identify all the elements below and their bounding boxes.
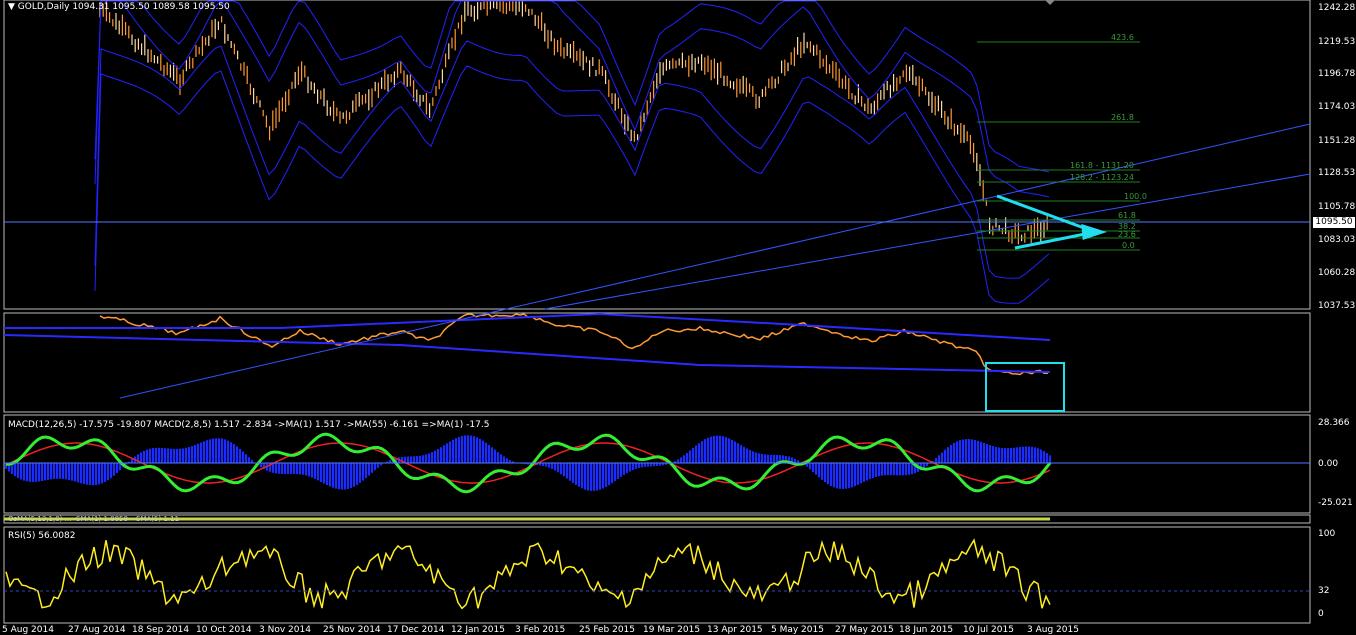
date-axis-label: 10 Oct 2014 <box>196 625 252 635</box>
date-axis-label: 25 Nov 2014 <box>323 625 381 635</box>
indicator-ma-fast <box>3 334 1051 373</box>
fib-label: 23.6 <box>1118 230 1136 239</box>
bollinger-band <box>94 65 1050 304</box>
chart-shift-marker[interactable] <box>1045 0 1055 5</box>
fib-label: 128.2 - 1123.24 <box>1070 173 1134 182</box>
date-axis-label: 19 Mar 2015 <box>643 625 701 635</box>
date-axis-label: 5 May 2015 <box>771 625 824 635</box>
rsi-axis-label: 32 <box>1318 586 1330 596</box>
date-axis-label: 5 Aug 2014 <box>2 625 54 635</box>
trend-line-lower[interactable] <box>544 173 1311 310</box>
fib-label: 0.0 <box>1122 241 1135 250</box>
fib-label: 161.8 - 1131.20 <box>1070 161 1134 170</box>
current-price-box: 1095.50 <box>1313 217 1355 228</box>
date-axis-label: 3 Aug 2015 <box>1027 625 1079 635</box>
rsi-axis-label: 100 <box>1318 529 1336 539</box>
rsi-header: RSI(5) 56.0082 <box>8 531 76 541</box>
price-axis-label: 1196.78 <box>1318 69 1356 79</box>
fib-label: 100.0 <box>1124 192 1147 201</box>
symbol-label: GOLD,Daily <box>17 2 70 12</box>
date-axis-label: 3 Nov 2014 <box>259 625 311 635</box>
fib-label: 261.8 <box>1111 113 1134 122</box>
date-axis-label: 10 Jul 2015 <box>963 625 1014 635</box>
fib-label: 423.6 <box>1111 33 1134 42</box>
macd-axis-label: 0.00 <box>1318 459 1339 469</box>
ohlc-values: 1094.31 1095.50 1089.58 1095.50 <box>72 2 230 12</box>
price-axis-label: 1242.28 <box>1318 3 1356 13</box>
price-layer <box>94 0 1050 304</box>
price-axis-label: 1060.28 <box>1318 268 1356 278</box>
indicator-layer <box>3 312 1051 376</box>
price-axis-label: 1037.53 <box>1318 301 1356 311</box>
macd-axis-label: -25.021 <box>1318 498 1353 508</box>
date-axis-label: 18 Jun 2015 <box>899 625 954 635</box>
rsi-line <box>5 538 1051 610</box>
chart-title: ▼ GOLD,Daily 1094.31 1095.50 1089.58 109… <box>8 2 230 12</box>
fib-label: 61.8 <box>1118 211 1136 220</box>
date-axis-label: 3 Feb 2015 <box>515 625 566 635</box>
date-axis-label: 27 Aug 2014 <box>68 625 126 635</box>
date-axis-label: 25 Feb 2015 <box>579 625 636 635</box>
date-axis-label: 18 Sep 2014 <box>132 625 190 635</box>
price-axis-label: 1083.03 <box>1318 235 1356 245</box>
price-axis-label: 1151.28 <box>1318 136 1356 146</box>
rsi-axis-label: 0 <box>1318 609 1324 619</box>
macd-axis-label: 28.366 <box>1318 418 1350 428</box>
price-axis-label: 1105.78 <box>1318 202 1356 212</box>
menu-triangle-icon[interactable]: ▼ <box>8 2 15 12</box>
rsi-layer <box>5 538 1051 610</box>
price-axis-label: 1128.53 <box>1318 168 1356 178</box>
indicator-price-line <box>99 313 1048 376</box>
osma-header: OsMA(5,13,1,8) ... -SMA(1) 1.8858 ~SMA(5… <box>8 515 180 523</box>
price-pane[interactable] <box>3 0 1311 310</box>
date-axis-label: 12 Jan 2015 <box>451 625 505 635</box>
price-axis-label: 1174.03 <box>1318 102 1356 112</box>
date-axis-label: 27 May 2015 <box>835 625 894 635</box>
macd-header: MACD(12,26,5) -17.575 -19.807 MACD(2,8,5… <box>8 420 490 430</box>
price-axis-label: 1219.53 <box>1318 37 1356 47</box>
date-axis-label: 13 Apr 2015 <box>707 625 763 635</box>
rsi-pane[interactable] <box>3 526 1311 624</box>
bollinger-band <box>94 0 1050 198</box>
date-axis-label: 17 Dec 2014 <box>387 625 445 635</box>
chart-canvas[interactable]: 423.6 261.8 161.8 - 1131.20 128.2 - 1123… <box>0 0 1356 635</box>
